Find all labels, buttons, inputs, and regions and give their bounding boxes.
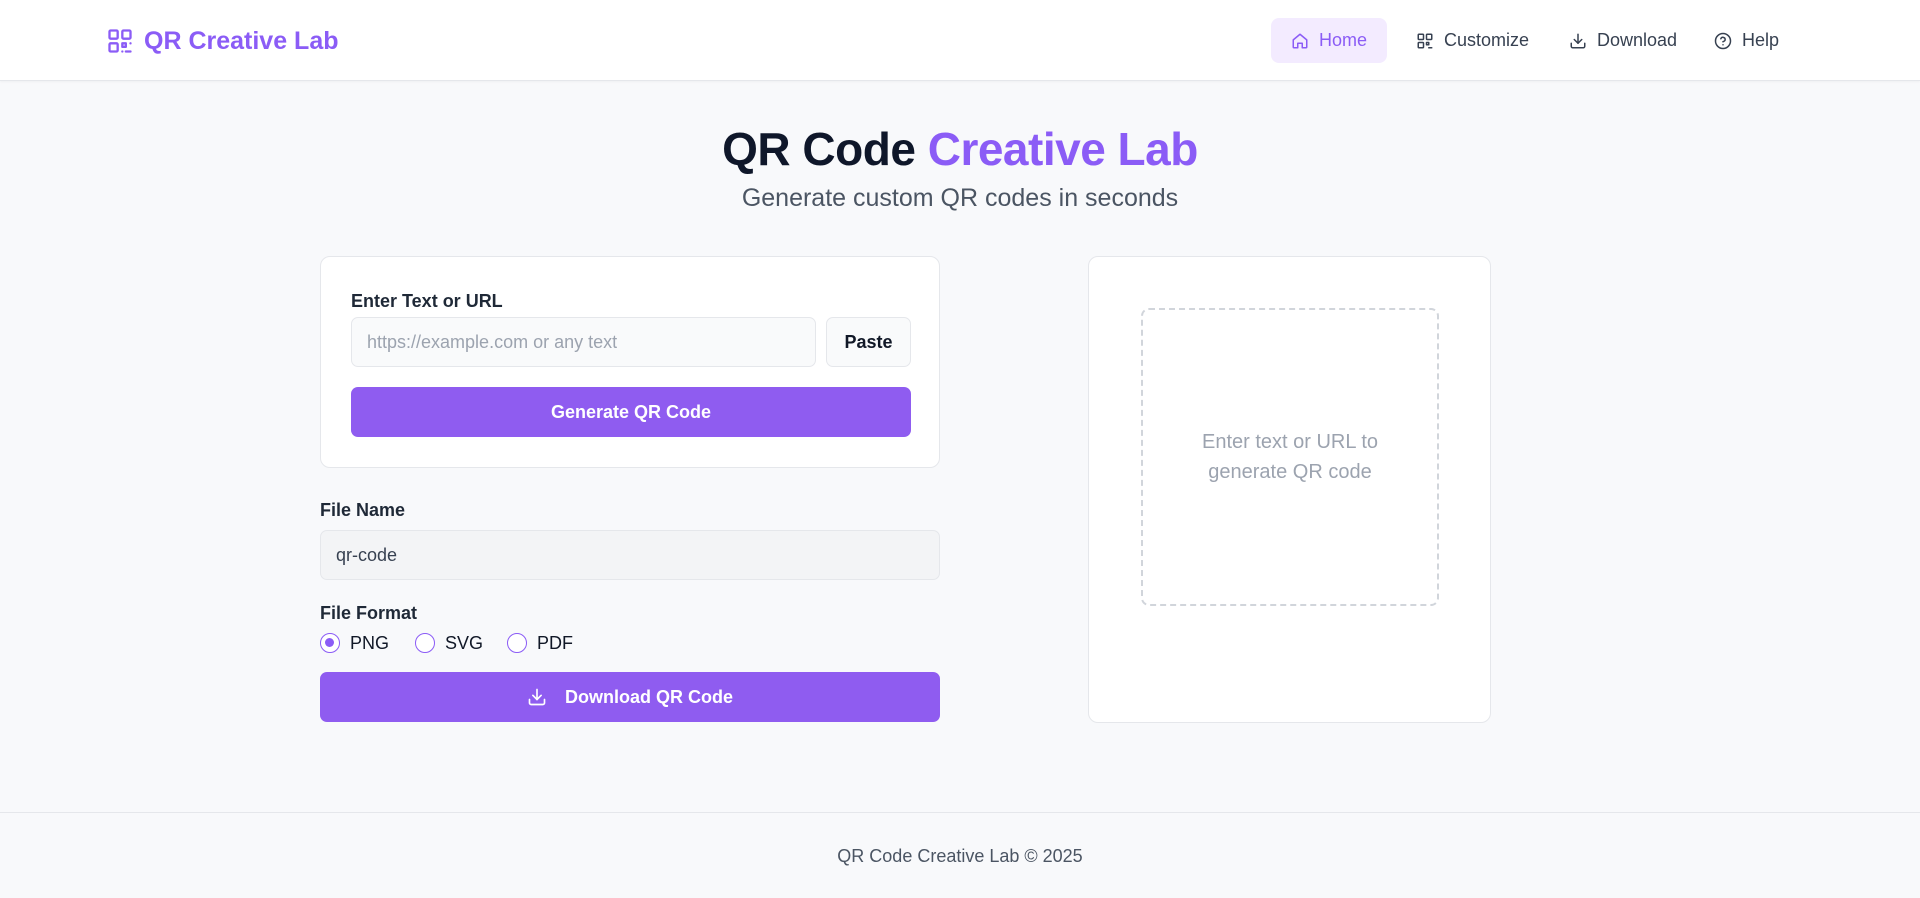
qr-preview-placeholder: Enter text or URL to generate QR code bbox=[1141, 308, 1439, 606]
text-url-input[interactable] bbox=[351, 317, 816, 367]
nav-item-download[interactable]: Download bbox=[1549, 18, 1697, 63]
nav-label-download: Download bbox=[1597, 30, 1678, 50]
title-part-1: QR Code bbox=[722, 123, 916, 175]
file-name-label: File Name bbox=[320, 500, 406, 520]
paste-button[interactable]: Paste bbox=[826, 317, 911, 367]
format-label-pdf: PDF bbox=[537, 632, 573, 653]
qr-grid-icon bbox=[1417, 33, 1433, 48]
file-format-label: File Format bbox=[320, 603, 418, 623]
format-label-svg: SVG bbox=[445, 632, 484, 653]
download-qr-button[interactable]: Download QR Code bbox=[320, 672, 940, 722]
footer-copyright: QR Code Creative Lab © 2025 bbox=[837, 846, 1083, 866]
nav-label-home: Home bbox=[1319, 30, 1368, 50]
brand-name: QR Creative Lab bbox=[144, 26, 339, 55]
preview-placeholder-text: Enter text or URL to generate QR code bbox=[1202, 431, 1378, 483]
generate-button[interactable]: Generate QR Code bbox=[351, 387, 911, 437]
page-footer: QR Code Creative Lab © 2025 bbox=[0, 812, 1920, 898]
nav-item-customize[interactable]: Customize bbox=[1396, 18, 1549, 63]
format-radio-pdf[interactable]: PDF bbox=[507, 632, 573, 654]
preview-card: Enter text or URL to generate QR code bbox=[1088, 256, 1491, 723]
qr-code-icon bbox=[108, 29, 132, 53]
text-input-label: Enter Text or URL bbox=[351, 291, 503, 311]
radio-unchecked-icon bbox=[507, 633, 527, 653]
page-title: QR Code Creative Lab bbox=[0, 122, 1920, 176]
nav-item-home[interactable]: Home bbox=[1271, 18, 1388, 63]
title-part-2: Creative Lab bbox=[927, 123, 1199, 175]
download-button-label: Download QR Code bbox=[565, 686, 733, 707]
help-circle-icon bbox=[1714, 32, 1732, 49]
file-name-value: qr-code bbox=[336, 544, 398, 565]
format-label-png: PNG bbox=[350, 632, 390, 653]
nav-label-customize: Customize bbox=[1444, 30, 1530, 50]
download-icon bbox=[528, 688, 546, 706]
nav-item-help[interactable]: Help bbox=[1694, 18, 1799, 63]
nav-label-help: Help bbox=[1742, 30, 1780, 50]
brand-logo[interactable]: QR Creative Lab bbox=[106, 26, 339, 56]
home-icon bbox=[1292, 33, 1308, 48]
page-subtitle: Generate custom QR codes in seconds bbox=[741, 184, 1179, 212]
download-icon bbox=[1570, 33, 1586, 48]
top-header: QR Creative Lab Home Customize Download … bbox=[0, 0, 1920, 81]
input-card: Enter Text or URL Paste Generate QR Code bbox=[320, 256, 940, 468]
format-radio-png[interactable]: PNG bbox=[320, 632, 389, 654]
radio-checked-icon bbox=[320, 633, 340, 653]
radio-unchecked-icon bbox=[415, 633, 435, 653]
generate-button-label: Generate QR Code bbox=[550, 401, 712, 422]
format-radio-svg[interactable]: SVG bbox=[415, 632, 483, 654]
file-name-input[interactable]: qr-code bbox=[320, 530, 940, 580]
